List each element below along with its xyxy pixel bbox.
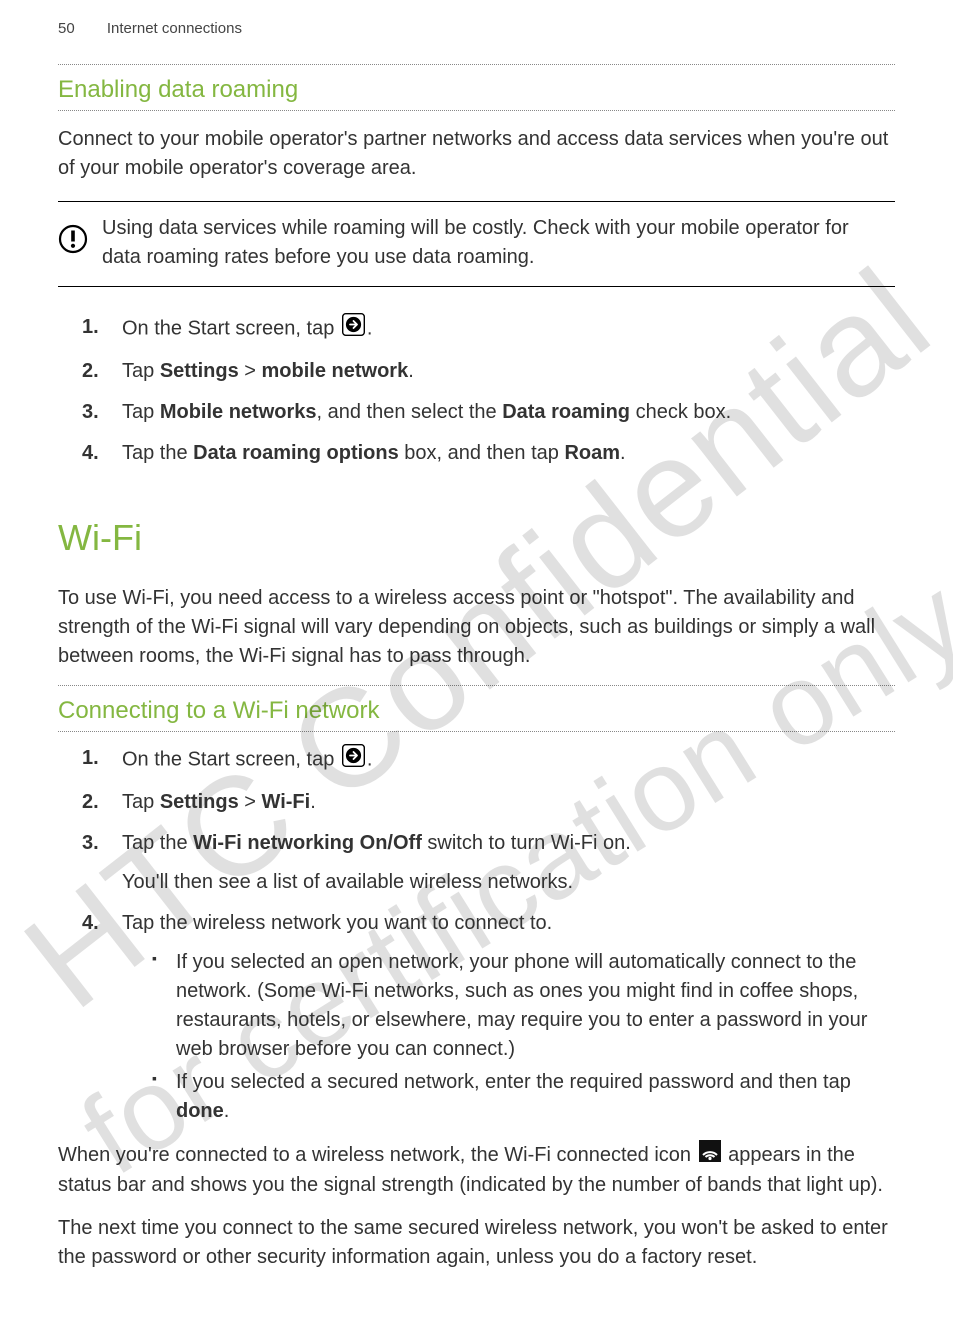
roaming-heading: Enabling data roaming bbox=[58, 73, 895, 108]
wifi-step-4-bullets: If you selected an open network, your ph… bbox=[152, 948, 895, 1126]
warning-text: Using data services while roaming will b… bbox=[102, 214, 891, 272]
wifi-step-3-sub: You'll then see a list of available wire… bbox=[122, 868, 895, 897]
wifi-bullet-secured: If you selected a secured network, enter… bbox=[152, 1068, 895, 1126]
roaming-step-1: On the Start screen, tap . bbox=[82, 313, 895, 345]
roaming-intro: Connect to your mobile operator's partne… bbox=[58, 125, 895, 183]
wifi-sub-heading: Connecting to a Wi-Fi network bbox=[58, 694, 895, 729]
warning-note: Using data services while roaming will b… bbox=[58, 201, 895, 287]
divider bbox=[58, 110, 895, 111]
divider bbox=[58, 685, 895, 686]
wifi-bullet-open: If you selected an open network, your ph… bbox=[152, 948, 895, 1064]
divider bbox=[58, 64, 895, 65]
divider bbox=[58, 731, 895, 732]
wifi-steps: On the Start screen, tap . Tap Settings … bbox=[82, 744, 895, 1126]
wifi-step-2: Tap Settings > Wi-Fi. bbox=[82, 788, 895, 817]
roaming-step-2: Tap Settings > mobile network. bbox=[82, 357, 895, 386]
section-title: Internet connections bbox=[107, 20, 242, 37]
roaming-steps: On the Start screen, tap . Tap Settings … bbox=[82, 313, 895, 468]
wifi-intro: To use Wi-Fi, you need access to a wirel… bbox=[58, 584, 895, 671]
wifi-connected-icon bbox=[699, 1140, 721, 1171]
page-number: 50 bbox=[58, 20, 75, 37]
warning-icon bbox=[58, 224, 88, 261]
wifi-step-3: Tap the Wi-Fi networking On/Off switch t… bbox=[82, 829, 895, 897]
wifi-step-1: On the Start screen, tap . bbox=[82, 744, 895, 776]
wifi-heading: Wi-Fi bbox=[58, 512, 895, 564]
arrow-tile-icon bbox=[342, 744, 365, 776]
page-header: 50 Internet connections bbox=[58, 18, 895, 40]
roaming-step-4: Tap the Data roaming options box, and th… bbox=[82, 439, 895, 468]
roaming-step-3: Tap Mobile networks, and then select the… bbox=[82, 398, 895, 427]
wifi-step-4: Tap the wireless network you want to con… bbox=[82, 909, 895, 1126]
wifi-connected-para: When you're connected to a wireless netw… bbox=[58, 1140, 895, 1200]
wifi-reconnect-para: The next time you connect to the same se… bbox=[58, 1214, 895, 1272]
arrow-tile-icon bbox=[342, 313, 365, 345]
